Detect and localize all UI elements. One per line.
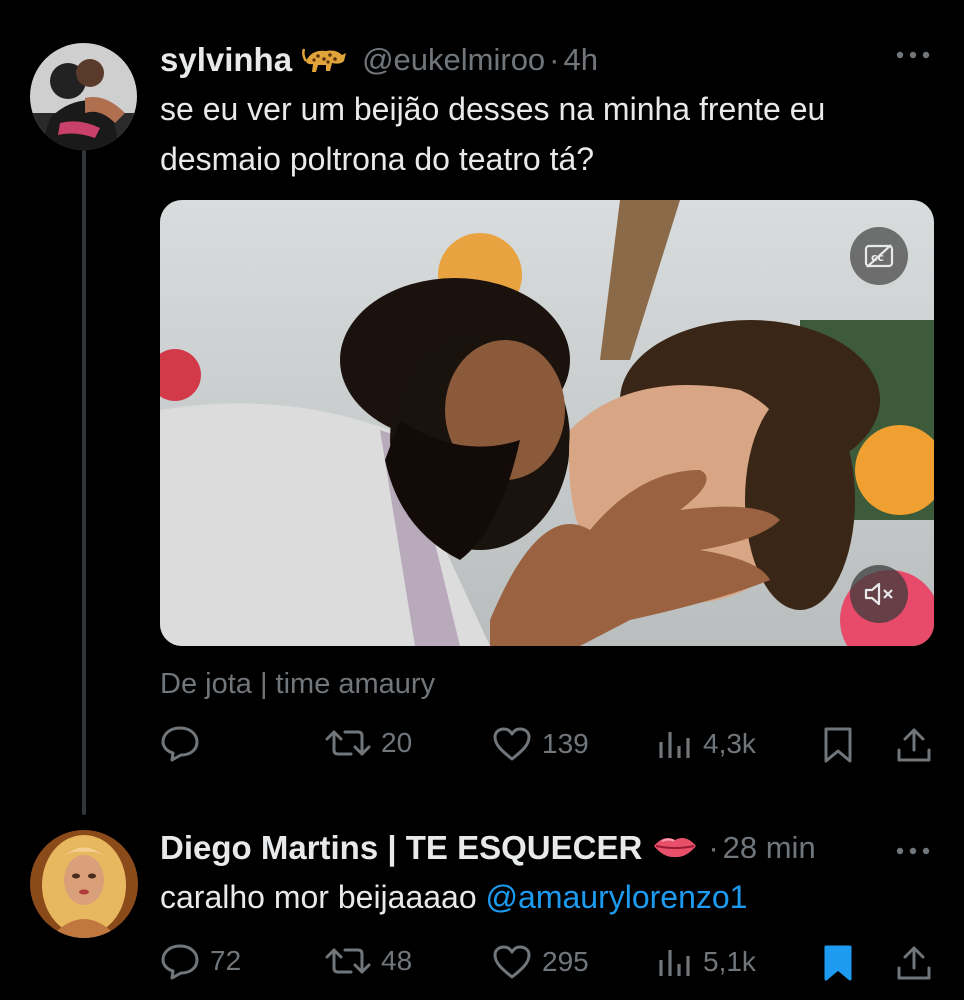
bookmark-button[interactable] bbox=[822, 726, 854, 764]
retweet-icon bbox=[325, 730, 371, 756]
tweet-timestamp[interactable]: 4h bbox=[564, 42, 598, 78]
user-avatar-sylvinha[interactable] bbox=[30, 43, 137, 150]
leopard-emoji-icon bbox=[302, 41, 348, 80]
display-name[interactable]: Diego Martins | TE ESQUECER bbox=[160, 829, 642, 867]
views-chart-icon bbox=[659, 950, 690, 976]
like-button[interactable]: 295 bbox=[492, 944, 589, 980]
bookmark-button-active[interactable] bbox=[822, 944, 854, 982]
tweet2-header: Diego Martins | TE ESQUECER · 28 min bbox=[160, 826, 816, 870]
share-button[interactable] bbox=[895, 726, 933, 764]
tweet1-header: sylvinha @eukelmiroo · 4h bbox=[160, 38, 598, 82]
tweet-text-body: caralho mor beijaaaao bbox=[160, 879, 477, 915]
heart-icon bbox=[493, 727, 531, 761]
closed-captions-off-icon: cc bbox=[864, 244, 894, 268]
tweet-text: caralho mor beijaaaao @amaurylorenzo1 bbox=[160, 872, 747, 922]
like-count: 295 bbox=[542, 946, 589, 977]
views-count: 4,3k bbox=[703, 728, 756, 759]
thread-connector-line bbox=[82, 150, 86, 815]
retweet-icon bbox=[325, 948, 371, 974]
bookmark-filled-icon bbox=[824, 945, 852, 981]
reply-count: 72 bbox=[210, 945, 242, 976]
bookmark-icon bbox=[824, 727, 852, 763]
separator-dot: · bbox=[549, 42, 560, 77]
like-button[interactable]: 139 bbox=[492, 726, 589, 762]
share-icon bbox=[897, 728, 931, 762]
retweet-button[interactable]: 20 bbox=[325, 726, 412, 760]
tweet-timestamp[interactable]: 28 min bbox=[723, 830, 816, 866]
views-button[interactable]: 5,1k bbox=[657, 946, 756, 978]
user-handle[interactable]: @eukelmiroo bbox=[362, 42, 545, 78]
separator-dot: · bbox=[708, 830, 719, 865]
media-attribution[interactable]: De jota | time amaury bbox=[160, 668, 435, 701]
reply-icon bbox=[161, 726, 199, 762]
heart-icon bbox=[493, 945, 531, 979]
tweet2-action-bar: 72 48 295 5,1k bbox=[160, 940, 935, 990]
views-button[interactable]: 4,3k bbox=[657, 728, 756, 760]
share-icon bbox=[897, 946, 931, 980]
unmute-button[interactable] bbox=[850, 565, 908, 623]
share-button[interactable] bbox=[895, 944, 933, 982]
more-options-icon[interactable] bbox=[894, 40, 932, 72]
user-avatar-diego-martins[interactable] bbox=[30, 830, 138, 938]
more-options-icon[interactable] bbox=[894, 836, 932, 868]
retweet-count: 48 bbox=[381, 945, 413, 976]
speaker-muted-icon bbox=[864, 582, 893, 606]
embedded-video[interactable]: cc bbox=[160, 200, 934, 646]
reply-button[interactable]: 72 bbox=[160, 942, 241, 980]
views-count: 5,1k bbox=[703, 946, 756, 977]
retweet-count: 20 bbox=[381, 727, 413, 758]
tweet-text-line: se eu ver um beijão desses na minha fren… bbox=[160, 91, 826, 127]
tweet1-action-bar: 20 139 4,3k bbox=[160, 720, 935, 770]
mention-link[interactable]: @amaurylorenzo1 bbox=[486, 879, 748, 915]
reply-icon bbox=[161, 944, 199, 980]
like-count: 139 bbox=[542, 728, 589, 759]
display-name[interactable]: sylvinha bbox=[160, 41, 292, 79]
reply-button[interactable] bbox=[160, 724, 210, 762]
lips-emoji-icon bbox=[652, 832, 698, 865]
retweet-button[interactable]: 48 bbox=[325, 944, 412, 978]
tweet-text: se eu ver um beijão desses na minha fren… bbox=[160, 84, 825, 184]
tweet-text-line: desmaio poltrona do teatro tá? bbox=[160, 141, 595, 177]
views-chart-icon bbox=[659, 732, 690, 758]
closed-captions-button[interactable]: cc bbox=[850, 227, 908, 285]
